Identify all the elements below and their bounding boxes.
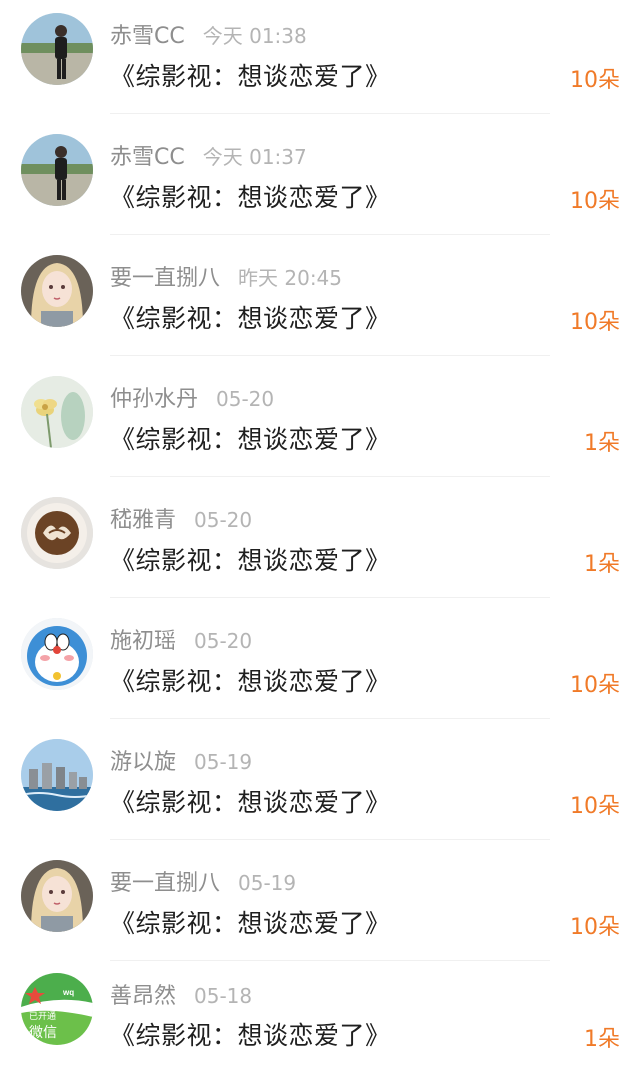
book-title[interactable]: 《综影视：想谈恋爱了》	[110, 783, 391, 819]
book-title[interactable]: 《综影视：想谈恋爱了》	[110, 299, 391, 335]
gift-count: 10朵	[570, 68, 620, 93]
timestamp: 今天 01:37	[202, 145, 307, 169]
anime-girl-avatar[interactable]	[21, 860, 93, 932]
wechat-logo-avatar[interactable]: wq 已开通 微信	[21, 973, 93, 1045]
timestamp: 05-19	[194, 750, 253, 774]
list-item[interactable]: 嵇雅青 05-20 《综影视：想谈恋爱了》 1朵	[0, 484, 640, 605]
list-item[interactable]: wq 已开通 微信 善昂然 05-18 《综影视：想谈恋爱了》 1朵	[0, 968, 640, 1067]
person-photo-avatar[interactable]	[21, 13, 93, 85]
user-name[interactable]: 嵇雅青	[110, 502, 176, 534]
avatar-caption: 已开通	[29, 1011, 56, 1022]
city-skyline-avatar[interactable]	[21, 739, 93, 811]
book-title[interactable]: 《综影视：想谈恋爱了》	[110, 904, 391, 940]
user-name[interactable]: 要一直捌八	[110, 865, 220, 897]
book-title[interactable]: 《综影视：想谈恋爱了》	[110, 1016, 391, 1052]
divider	[110, 234, 550, 235]
timestamp: 05-20	[216, 387, 275, 411]
timestamp: 昨天 20:45	[238, 266, 343, 290]
gift-count: 10朵	[570, 915, 620, 940]
timestamp: 今天 01:38	[202, 24, 307, 48]
list-item[interactable]: 要一直捌八 昨天 20:45 《综影视：想谈恋爱了》 10朵	[0, 242, 640, 363]
divider	[110, 960, 550, 961]
svg-text:wq: wq	[62, 988, 74, 997]
list-item[interactable]: 赤雪CC 今天 01:38 《综影视：想谈恋爱了》 10朵	[0, 0, 640, 121]
list-item[interactable]: 施初瑶 05-20 《综影视：想谈恋爱了》 10朵	[0, 605, 640, 726]
user-name[interactable]: 赤雪CC	[110, 139, 185, 171]
coffee-latte-avatar[interactable]	[21, 497, 93, 569]
timestamp: 05-19	[238, 871, 297, 895]
anime-girl-avatar[interactable]	[21, 255, 93, 327]
gift-count: 1朵	[584, 1027, 620, 1052]
user-name[interactable]: 要一直捌八	[110, 260, 220, 292]
user-name[interactable]: 游以旋	[110, 744, 176, 776]
divider	[110, 718, 550, 719]
doraemon-avatar[interactable]	[21, 618, 93, 690]
gift-count: 1朵	[584, 431, 620, 456]
divider	[110, 476, 550, 477]
user-name[interactable]: 善昂然	[110, 978, 176, 1010]
list-item[interactable]: 要一直捌八 05-19 《综影视：想谈恋爱了》 10朵	[0, 847, 640, 968]
gift-count: 1朵	[584, 552, 620, 577]
gift-count: 10朵	[570, 310, 620, 335]
divider	[110, 597, 550, 598]
timestamp: 05-20	[194, 629, 253, 653]
person-photo-avatar[interactable]	[21, 134, 93, 206]
user-name[interactable]: 施初瑶	[110, 623, 176, 655]
timestamp: 05-18	[194, 984, 253, 1008]
divider	[110, 113, 550, 114]
divider	[110, 839, 550, 840]
gift-record-list: 赤雪CC 今天 01:38 《综影视：想谈恋爱了》 10朵 赤雪CC 今天 01…	[0, 0, 640, 1067]
gift-count: 10朵	[570, 794, 620, 819]
list-item[interactable]: 赤雪CC 今天 01:37 《综影视：想谈恋爱了》 10朵	[0, 121, 640, 242]
book-title[interactable]: 《综影视：想谈恋爱了》	[110, 662, 391, 698]
gift-count: 10朵	[570, 673, 620, 698]
divider	[110, 355, 550, 356]
list-item[interactable]: 游以旋 05-19 《综影视：想谈恋爱了》 10朵	[0, 726, 640, 847]
gift-count: 10朵	[570, 189, 620, 214]
book-title[interactable]: 《综影视：想谈恋爱了》	[110, 178, 391, 214]
timestamp: 05-20	[194, 508, 253, 532]
list-item[interactable]: 仲孙水丹 05-20 《综影视：想谈恋爱了》 1朵	[0, 363, 640, 484]
flower-avatar[interactable]	[21, 376, 93, 448]
book-title[interactable]: 《综影视：想谈恋爱了》	[110, 541, 391, 577]
user-name[interactable]: 赤雪CC	[110, 18, 185, 50]
book-title[interactable]: 《综影视：想谈恋爱了》	[110, 420, 391, 456]
user-name[interactable]: 仲孙水丹	[110, 381, 198, 413]
avatar-caption: 微信	[29, 1025, 57, 1041]
book-title[interactable]: 《综影视：想谈恋爱了》	[110, 57, 391, 93]
